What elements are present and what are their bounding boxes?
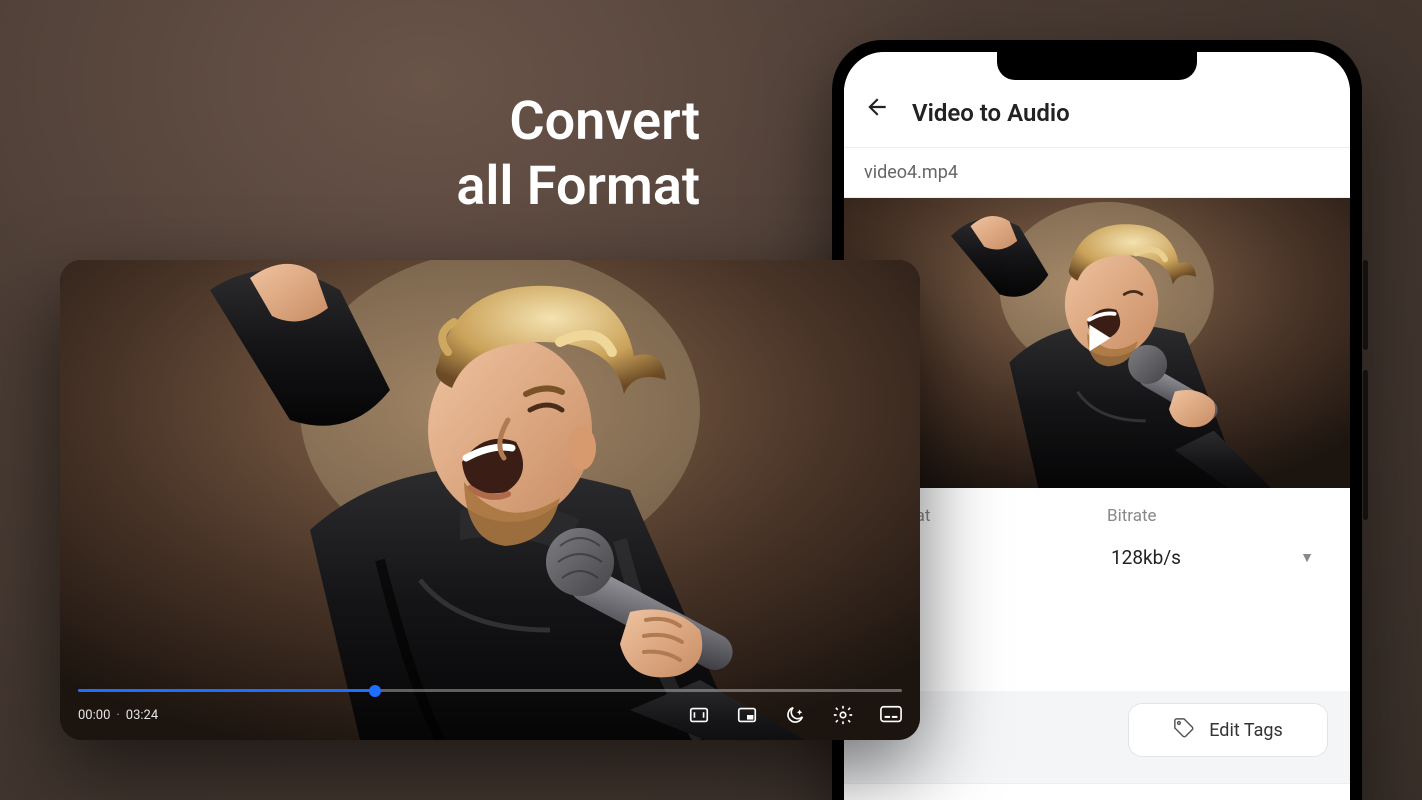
bitrate-value: 128kb/s [1111,546,1181,569]
bitrate-column: Bitrate 128kb/s ▼ [1097,488,1328,691]
back-arrow-icon[interactable] [864,94,890,127]
bitrate-header: Bitrate [1107,506,1318,526]
advance-setting-row[interactable]: Advance Setting [844,783,1350,800]
time-labels: 00:00 · 03:24 [78,708,158,723]
aspect-ratio-icon[interactable] [688,704,710,726]
progress-bar[interactable] [78,689,902,692]
phone-notch [997,52,1197,80]
phone-side-button [1363,370,1368,520]
player-controls: 00:00 · 03:24 [60,689,920,740]
headline-line1: Convert [509,90,700,153]
control-icons [688,704,902,726]
duration: 03:24 [126,708,158,723]
gear-icon[interactable] [832,704,854,726]
video-player: 00:00 · 03:24 [60,260,920,740]
file-name-label: video4.mp4 [844,148,1350,198]
current-time: 00:00 [78,708,110,723]
play-icon[interactable] [1074,315,1120,371]
phone-side-button [1363,260,1368,350]
progress-thumb[interactable] [369,685,381,697]
edit-tags-label: Edit Tags [1209,720,1283,741]
night-mode-icon[interactable] [784,704,806,726]
headline: Convert all Format [280,90,700,220]
tag-icon [1173,717,1195,744]
headline-line2: all Format [456,155,700,218]
captions-icon[interactable] [880,704,902,726]
progress-fill [78,689,375,692]
picture-in-picture-icon[interactable] [736,704,758,726]
app-title: Video to Audio [912,99,1070,127]
edit-tags-button[interactable]: Edit Tags [1128,703,1328,757]
chevron-down-icon: ▼ [1300,549,1314,566]
video-frame-image [60,260,920,740]
time-separator: · [116,708,119,723]
bitrate-select[interactable]: 128kb/s ▼ [1107,540,1318,575]
